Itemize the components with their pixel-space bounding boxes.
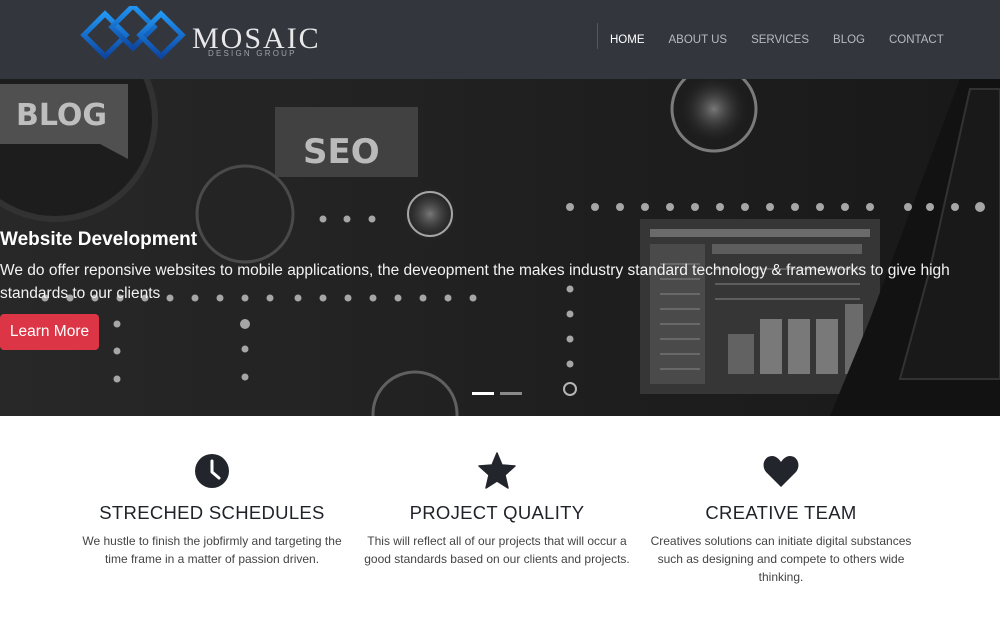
feature-text: Creatives solutions can initiate digital… xyxy=(650,534,912,584)
learn-more-button[interactable]: Learn More xyxy=(0,314,99,350)
features-section: STRECHED SCHEDULES We hustle to finish t… xyxy=(0,416,1000,623)
carousel-indicators xyxy=(472,392,528,395)
carousel-indicator-2[interactable] xyxy=(500,392,522,395)
hero-description: We do offer reponsive websites to mobile… xyxy=(0,262,950,302)
feature-creative-team: CREATIVE TEAM Creatives solutions can in… xyxy=(646,452,916,586)
star-icon xyxy=(478,452,516,489)
feature-title: STRECHED SCHEDULES xyxy=(99,502,325,523)
nav-blog[interactable]: BLOG xyxy=(833,34,865,46)
nav-services[interactable]: SERVICES xyxy=(751,34,809,46)
clock-icon xyxy=(195,454,229,488)
heart-icon xyxy=(763,456,799,487)
feature-title: CREATIVE TEAM xyxy=(705,502,857,523)
feature-text: We hustle to finish the jobfirmly and ta… xyxy=(82,534,342,566)
nav-about-us[interactable]: ABOUT US xyxy=(669,34,728,46)
nav-contact[interactable]: CONTACT xyxy=(889,34,944,46)
navbar: MOSAIC DESIGN GROUP HOME ABOUT US SERVIC… xyxy=(0,0,1000,79)
nav-divider xyxy=(597,23,598,49)
feature-title: PROJECT QUALITY xyxy=(409,502,585,523)
mosaic-logo-icon xyxy=(80,6,186,60)
main-nav: HOME ABOUT US SERVICES BLOG CONTACT xyxy=(610,0,968,79)
hero-title: Website Development xyxy=(0,229,198,250)
carousel-indicator-1[interactable] xyxy=(472,392,494,395)
hero-carousel: BLOG SEO Website Development We do offer… xyxy=(0,79,1000,416)
feature-project-quality: PROJECT QUALITY This will reflect all of… xyxy=(362,452,632,568)
brand-logo[interactable]: MOSAIC DESIGN GROUP xyxy=(80,6,320,70)
feature-streched-schedules: STRECHED SCHEDULES We hustle to finish t… xyxy=(77,452,347,568)
feature-text: This will reflect all of our projects th… xyxy=(364,534,630,566)
brand-tagline: DESIGN GROUP xyxy=(208,49,297,58)
nav-home[interactable]: HOME xyxy=(610,34,645,46)
